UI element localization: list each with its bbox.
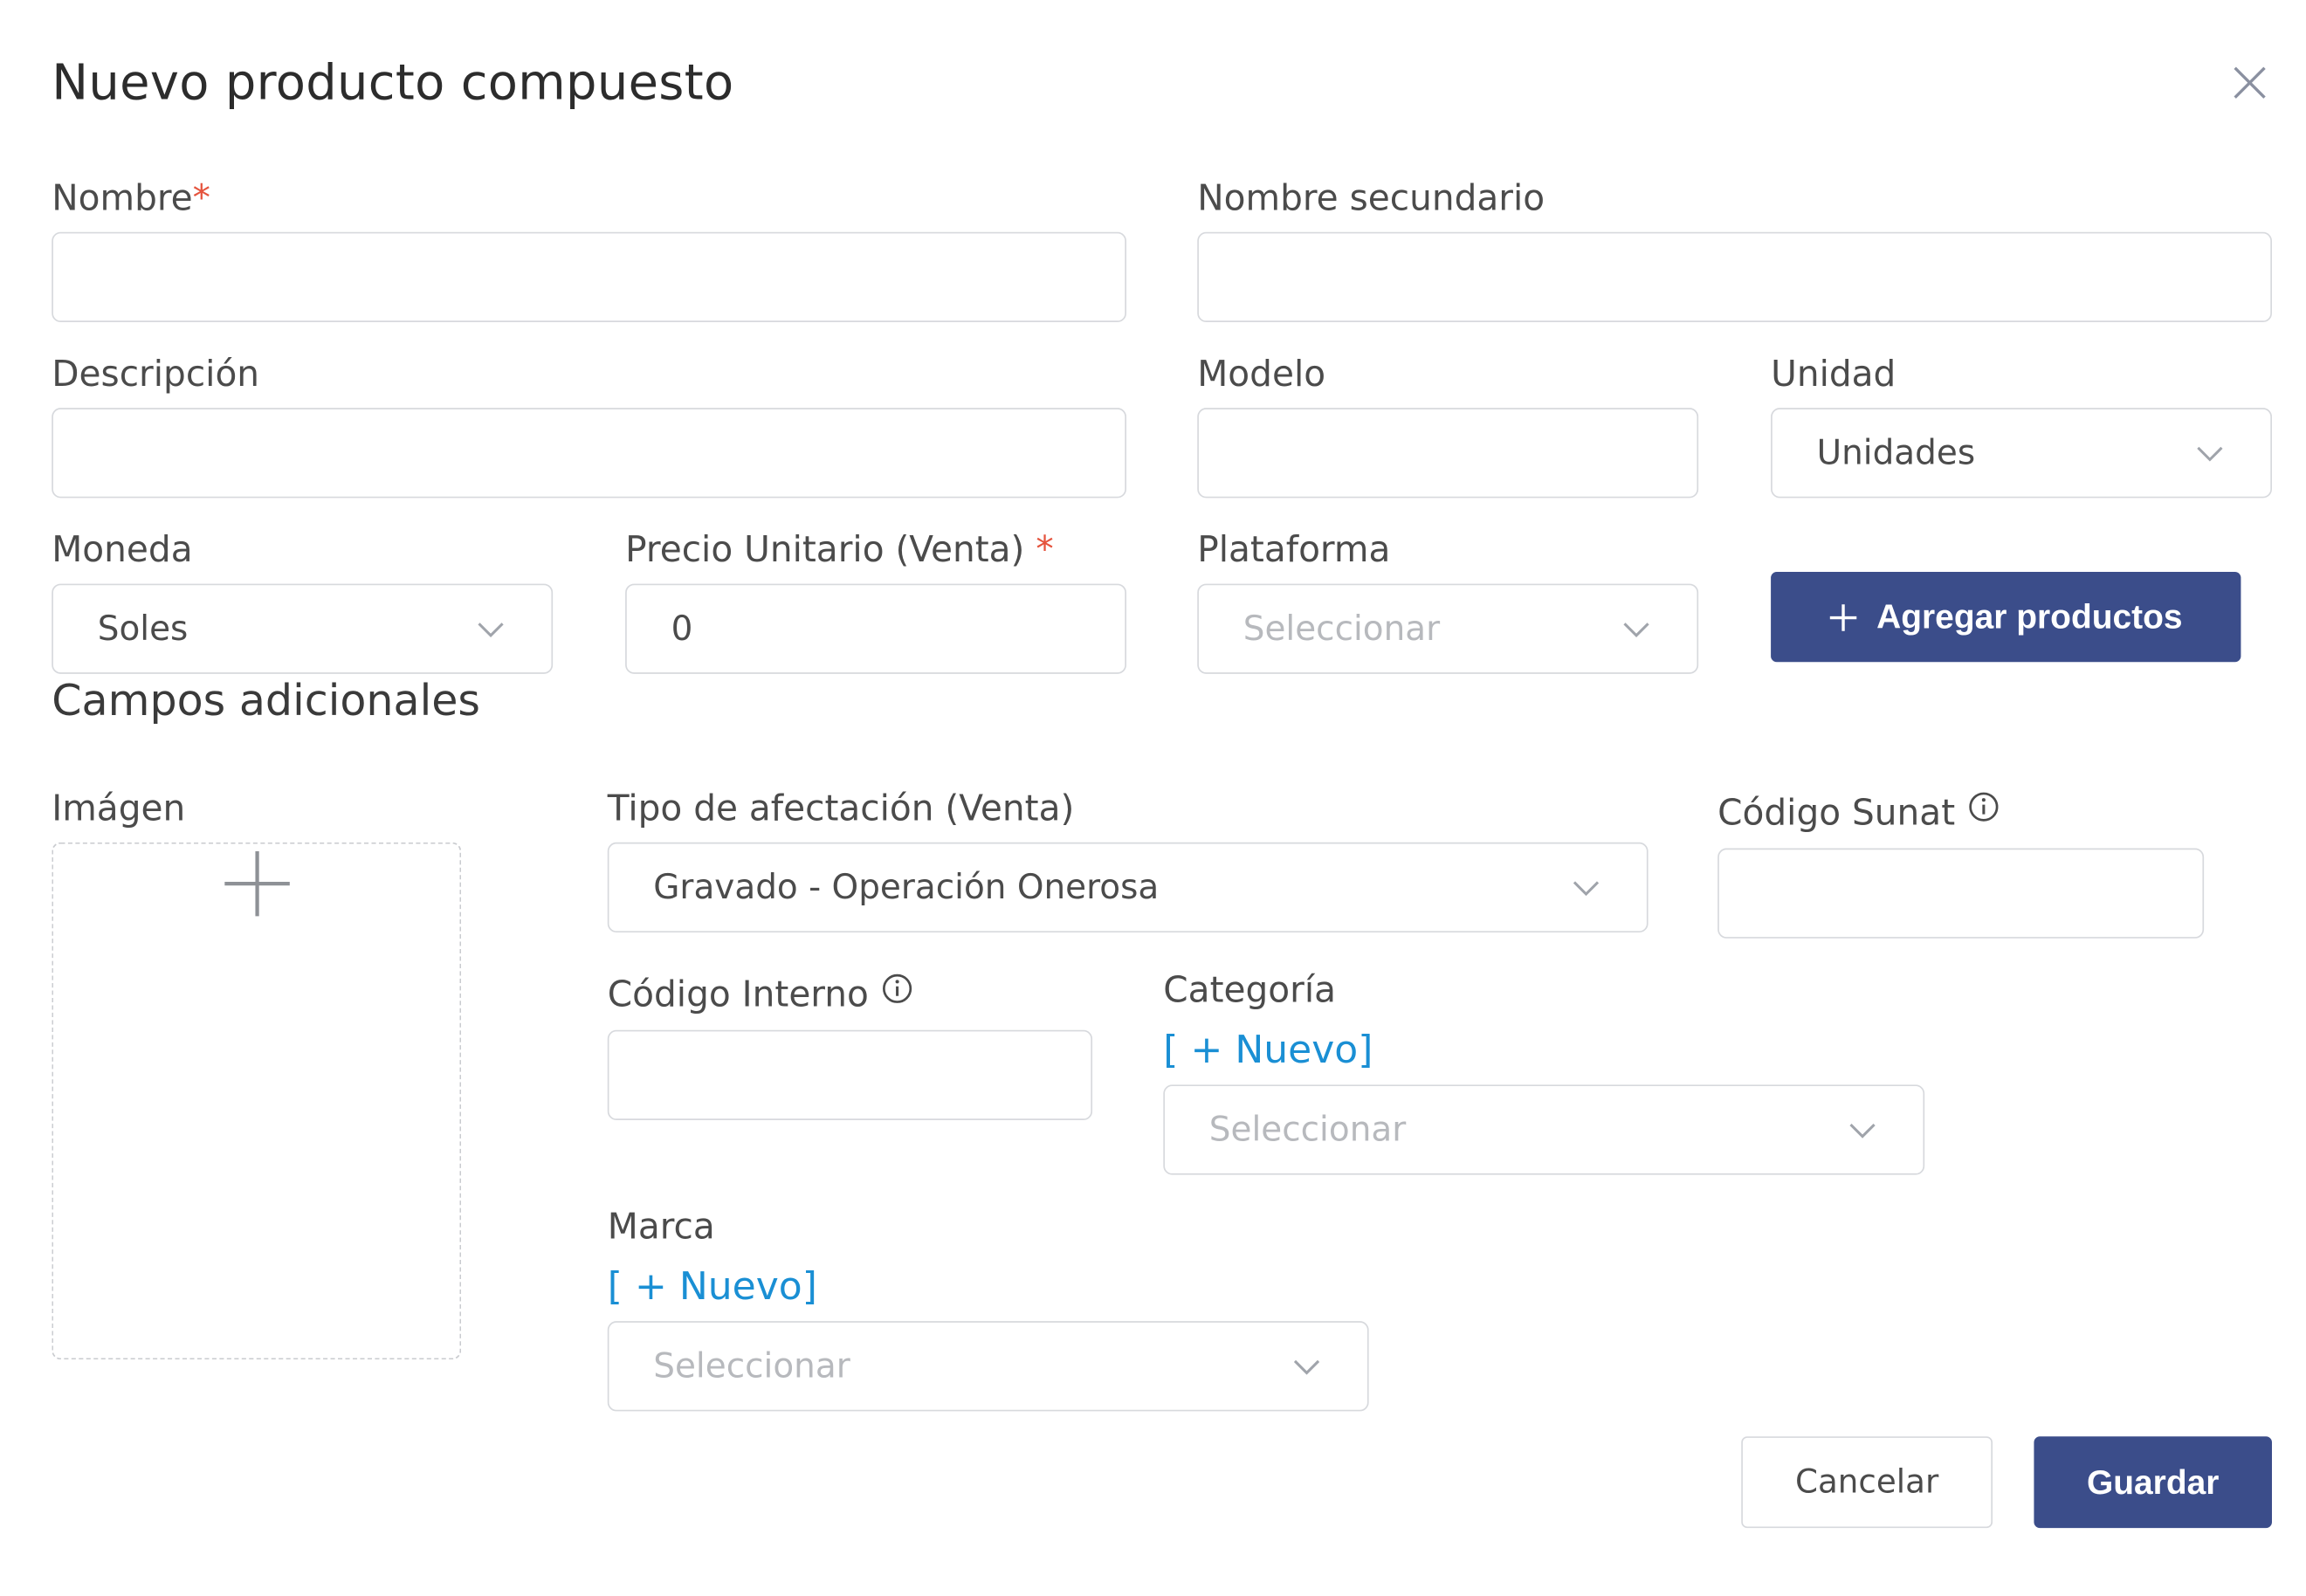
- dialog-title: Nuevo producto compuesto: [52, 52, 734, 111]
- marca-select[interactable]: Seleccionar: [607, 1321, 1369, 1412]
- codigo-interno-input[interactable]: [607, 1029, 1093, 1120]
- categoria-label: Categoría: [1163, 969, 1337, 1011]
- product-dialog: Nuevo producto compuesto Nombre* Nombre …: [0, 0, 2306, 1596]
- chevron-down-icon: [478, 622, 504, 637]
- marca-nuevo-link[interactable]: [ + Nuevo]: [608, 1265, 817, 1310]
- moneda-select[interactable]: Soles: [52, 583, 554, 674]
- modelo-input[interactable]: [1197, 408, 1699, 499]
- chevron-down-icon: [2197, 445, 2223, 461]
- descripcion-input[interactable]: [52, 408, 1126, 499]
- plus-icon: [224, 850, 290, 917]
- chevron-down-icon: [1573, 880, 1600, 896]
- unidad-select[interactable]: Unidades: [1771, 408, 2272, 499]
- precio-label: Precio Unitario (Venta) *: [625, 528, 1054, 571]
- tipo-afectacion-select[interactable]: Gravado - Operación Onerosa: [607, 842, 1649, 933]
- required-mark: *: [1036, 528, 1054, 571]
- marca-label: Marca: [607, 1206, 715, 1248]
- agregar-productos-button[interactable]: Agregar productos: [1771, 572, 2241, 663]
- unidad-label: Unidad: [1771, 353, 1896, 395]
- chevron-down-icon: [1293, 1359, 1320, 1374]
- image-upload[interactable]: [52, 842, 462, 1360]
- categoria-nuevo-link[interactable]: [ + Nuevo]: [1163, 1028, 1373, 1073]
- imagen-label: Imágen: [52, 788, 186, 829]
- close-button[interactable]: [2229, 62, 2270, 103]
- nombre-secundario-input[interactable]: [1197, 231, 2272, 322]
- nombre-label: Nombre*: [52, 177, 211, 219]
- codigo-interno-label: Código Interno: [608, 973, 913, 1015]
- cancel-button[interactable]: Cancelar: [1741, 1436, 1993, 1529]
- precio-input[interactable]: 0: [625, 583, 1126, 674]
- codigo-sunat-label: Código Sunat: [1717, 791, 2000, 834]
- info-icon[interactable]: [880, 973, 912, 1005]
- save-button[interactable]: Guardar: [2034, 1436, 2272, 1529]
- categoria-select[interactable]: Seleccionar: [1163, 1084, 1925, 1175]
- codigo-sunat-input[interactable]: [1717, 848, 2205, 939]
- modelo-label: Modelo: [1197, 353, 1326, 395]
- chevron-down-icon: [1849, 1123, 1876, 1138]
- moneda-label: Moneda: [52, 528, 193, 571]
- close-icon: [2234, 66, 2266, 99]
- plus-icon: [1830, 603, 1858, 630]
- agregar-productos-label: Agregar productos: [1876, 596, 2183, 636]
- plataforma-select[interactable]: Seleccionar: [1197, 583, 1699, 674]
- chevron-down-icon: [1623, 622, 1649, 637]
- tipo-afectacion-label: Tipo de afectación (Venta): [607, 788, 1075, 829]
- nombre-secundario-label: Nombre secundario: [1197, 177, 1545, 219]
- required-mark: *: [192, 177, 211, 219]
- section-title: Campos adicionales: [52, 675, 481, 726]
- info-icon[interactable]: [1967, 791, 2000, 823]
- nombre-input[interactable]: [52, 231, 1126, 322]
- descripcion-label: Descripción: [52, 353, 260, 395]
- plataforma-label: Plataforma: [1197, 528, 1391, 571]
